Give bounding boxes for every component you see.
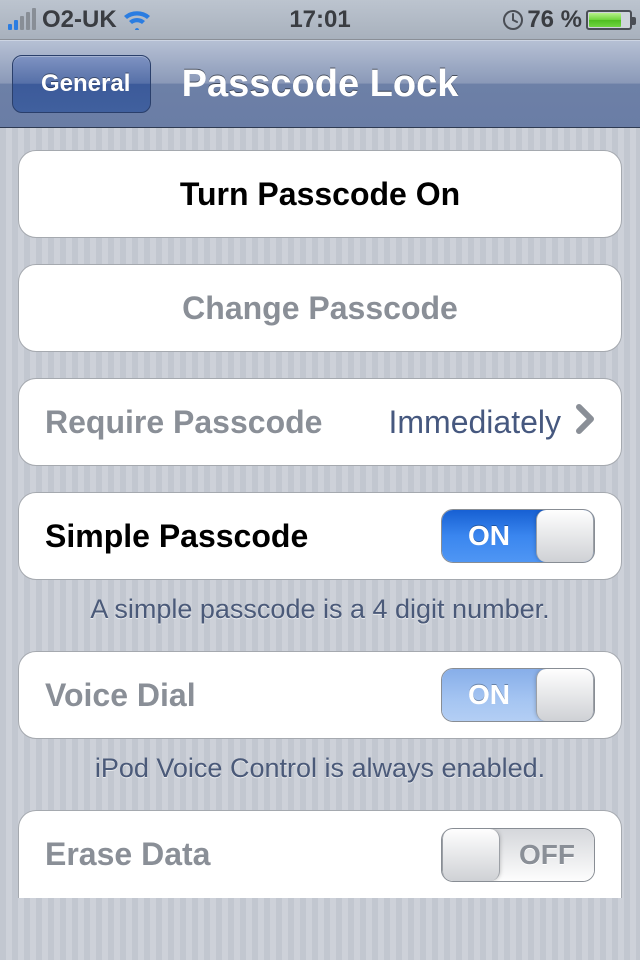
voice-dial-toggle: ON [441, 668, 595, 722]
back-button-label: General [41, 70, 130, 98]
simple-passcode-row: Simple Passcode ON [18, 492, 622, 580]
signal-icon [8, 10, 36, 30]
erase-data-row: Erase Data OFF [18, 810, 622, 898]
content-area: Turn Passcode On Change Passcode Require… [0, 128, 640, 960]
back-button[interactable]: General [12, 55, 151, 113]
voice-dial-row: Voice Dial ON [18, 651, 622, 739]
voice-dial-label: Voice Dial [45, 677, 441, 714]
require-passcode-label: Require Passcode [45, 404, 389, 441]
change-passcode-button: Change Passcode [18, 264, 622, 352]
erase-data-label: Erase Data [45, 836, 441, 873]
chevron-right-icon [575, 401, 595, 443]
switch-on-label: ON [442, 510, 536, 562]
nav-bar: General Passcode Lock [0, 40, 640, 128]
turn-passcode-on-button[interactable]: Turn Passcode On [18, 150, 622, 238]
simple-passcode-toggle[interactable]: ON [441, 509, 595, 563]
simple-passcode-label: Simple Passcode [45, 518, 441, 555]
battery-icon [586, 10, 632, 30]
status-bar: O2-UK 17:01 76 % [0, 0, 640, 40]
switch-on-label: ON [442, 669, 536, 721]
switch-off-label: OFF [500, 829, 594, 881]
carrier-label: O2-UK [42, 6, 117, 34]
erase-data-toggle: OFF [441, 828, 595, 882]
require-passcode-row[interactable]: Require Passcode Immediately [18, 378, 622, 466]
voice-dial-footer: iPod Voice Control is always enabled. [18, 739, 622, 784]
change-passcode-label: Change Passcode [182, 290, 458, 327]
battery-percent-label: 76 % [527, 6, 582, 34]
wifi-icon [123, 10, 151, 30]
clock-icon [503, 10, 523, 30]
simple-passcode-footer: A simple passcode is a 4 digit number. [18, 580, 622, 625]
turn-passcode-on-label: Turn Passcode On [180, 176, 460, 213]
require-passcode-value: Immediately [389, 404, 562, 441]
status-time: 17:01 [289, 6, 350, 34]
